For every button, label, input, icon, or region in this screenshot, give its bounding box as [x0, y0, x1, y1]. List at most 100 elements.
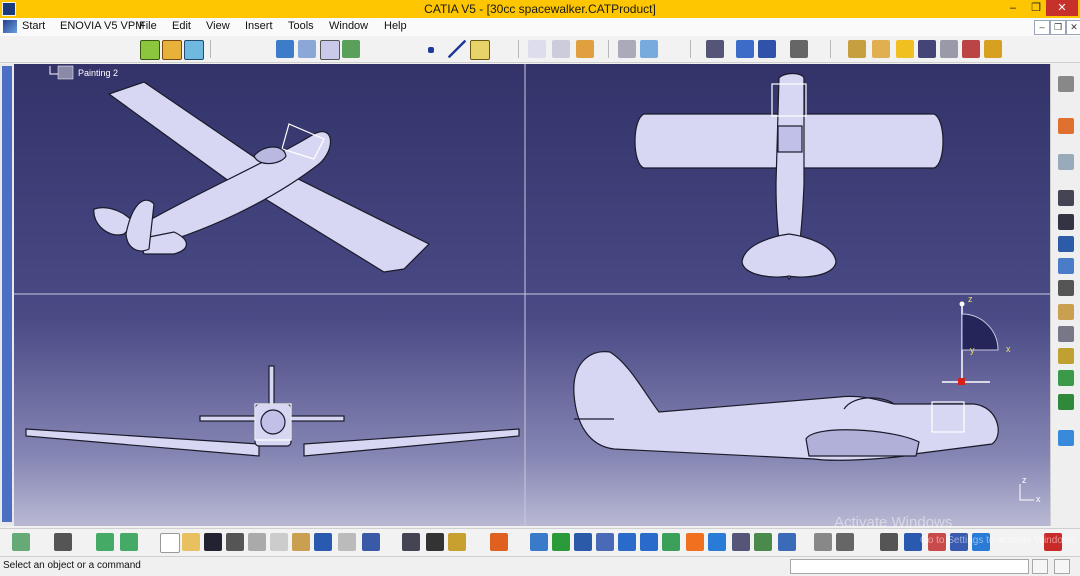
- select-icon[interactable]: [790, 40, 808, 58]
- multi-view-icon[interactable]: [686, 533, 704, 551]
- command-options-icon[interactable]: [1032, 559, 1048, 574]
- redo-icon[interactable]: [338, 533, 356, 551]
- rib-icon[interactable]: [1058, 304, 1074, 320]
- workbench-icon[interactable]: [96, 533, 114, 551]
- target-icon[interactable]: [962, 40, 980, 58]
- switch-workbench-icon[interactable]: [120, 533, 138, 551]
- measure-between-icon[interactable]: [814, 533, 832, 551]
- update-icon[interactable]: [12, 533, 30, 551]
- menu-help[interactable]: Help: [384, 20, 407, 32]
- flag-note-icon[interactable]: [552, 40, 570, 58]
- compass-icon[interactable]: z y x: [942, 294, 1011, 385]
- measure-icon[interactable]: [320, 40, 340, 60]
- slot-icon[interactable]: [1058, 326, 1074, 342]
- part-icon[interactable]: [184, 40, 204, 60]
- 3d-viewport[interactable]: Painting 2 z y x z x: [14, 64, 1050, 526]
- fillet-icon[interactable]: [1058, 348, 1074, 364]
- chamfer-icon[interactable]: [1058, 370, 1074, 386]
- plane-icon[interactable]: [298, 40, 316, 58]
- sketcher-icon[interactable]: [1058, 154, 1074, 170]
- pan-icon[interactable]: [574, 533, 592, 551]
- doc-close-icon[interactable]: ✕: [1066, 20, 1080, 35]
- left-scrollbar[interactable]: [0, 64, 14, 526]
- copy-icon[interactable]: [270, 533, 288, 551]
- plane-surface-icon[interactable]: [470, 40, 490, 60]
- publish-icon[interactable]: [576, 40, 594, 58]
- hide-show-icon[interactable]: [426, 533, 444, 551]
- constraint-icon[interactable]: [706, 40, 724, 58]
- top-cockpit: [777, 125, 803, 153]
- sketch-icon[interactable]: [276, 40, 294, 58]
- open-file-icon[interactable]: [182, 533, 200, 551]
- grid-icon[interactable]: [758, 40, 776, 58]
- camera-icon[interactable]: [54, 533, 72, 551]
- doc-minimize-icon[interactable]: –: [1034, 20, 1050, 35]
- material-icon[interactable]: [896, 40, 914, 58]
- command-history-icon[interactable]: [1054, 559, 1070, 574]
- apply-material-icon[interactable]: [1058, 430, 1074, 446]
- groove-icon[interactable]: [1058, 258, 1074, 274]
- hide-icon[interactable]: [754, 533, 772, 551]
- product-icon[interactable]: [140, 40, 160, 60]
- hand-icon[interactable]: [836, 533, 854, 551]
- swap-space-icon[interactable]: [778, 533, 796, 551]
- render-icon[interactable]: [984, 40, 1002, 58]
- normal-view-icon[interactable]: [662, 533, 680, 551]
- scroll-thumb[interactable]: [2, 66, 12, 522]
- hidden-edges-icon[interactable]: [940, 40, 958, 58]
- fix-icon[interactable]: [736, 40, 754, 58]
- hole-icon[interactable]: [1058, 280, 1074, 296]
- apply-icon[interactable]: [490, 533, 508, 551]
- mini-axis-icon: z x: [1019, 475, 1041, 504]
- tree-node-label[interactable]: Painting 2: [78, 68, 118, 78]
- shading-icon[interactable]: [848, 40, 866, 58]
- shading-edges-icon[interactable]: [872, 40, 890, 58]
- minimize-button[interactable]: –: [1000, 0, 1026, 16]
- snap-icon[interactable]: [342, 40, 360, 58]
- menu-window[interactable]: Window: [329, 20, 368, 32]
- wireframe-icon[interactable]: [918, 40, 936, 58]
- doc-restore-icon[interactable]: ❐: [1050, 20, 1066, 35]
- component-icon[interactable]: [162, 40, 182, 60]
- iso-view-icon[interactable]: [708, 533, 726, 551]
- print-icon[interactable]: [226, 533, 244, 551]
- zoom-out-icon[interactable]: [640, 533, 658, 551]
- pocket-icon[interactable]: [1058, 214, 1074, 230]
- whats-this-icon[interactable]: [362, 533, 380, 551]
- command-input[interactable]: [790, 559, 1029, 574]
- menu-tools[interactable]: Tools: [288, 20, 314, 32]
- restore-button[interactable]: ❐: [1026, 0, 1046, 16]
- start-icon[interactable]: [3, 20, 17, 33]
- menu-insert[interactable]: Insert: [245, 20, 273, 32]
- save-icon[interactable]: [204, 533, 222, 551]
- menu-enovia[interactable]: ENOVIA V5 VPM: [60, 20, 144, 32]
- point-icon[interactable]: [428, 47, 434, 53]
- front-spinner: [260, 409, 286, 435]
- fly-mode-icon[interactable]: [530, 533, 548, 551]
- counter-icon[interactable]: [880, 533, 898, 551]
- zoom-in-icon[interactable]: [618, 533, 636, 551]
- catalog-icon[interactable]: [618, 40, 636, 58]
- undo-icon[interactable]: [314, 533, 332, 551]
- menu-start[interactable]: Start: [22, 20, 45, 32]
- new-file-icon[interactable]: [160, 533, 180, 553]
- paste-icon[interactable]: [292, 533, 310, 551]
- close-button[interactable]: ✕: [1046, 0, 1078, 16]
- rotate-icon[interactable]: [596, 533, 614, 551]
- table-icon[interactable]: [640, 40, 658, 58]
- gear-icon[interactable]: [1058, 76, 1074, 92]
- select-arrow-icon[interactable]: [1058, 118, 1074, 134]
- bottle-icon[interactable]: [448, 533, 466, 551]
- menu-file[interactable]: File: [139, 20, 157, 32]
- draft-icon[interactable]: [1058, 394, 1074, 410]
- cut-icon[interactable]: [248, 533, 266, 551]
- shading-mode-icon[interactable]: [732, 533, 750, 551]
- fit-all-icon[interactable]: [552, 533, 570, 551]
- pad-icon[interactable]: [1058, 190, 1074, 206]
- menu-view[interactable]: View: [206, 20, 230, 32]
- menu-edit[interactable]: Edit: [172, 20, 191, 32]
- annotation-icon[interactable]: [528, 40, 546, 58]
- line-icon[interactable]: [448, 40, 466, 58]
- shaft-icon[interactable]: [1058, 236, 1074, 252]
- swap-visible-icon[interactable]: [402, 533, 420, 551]
